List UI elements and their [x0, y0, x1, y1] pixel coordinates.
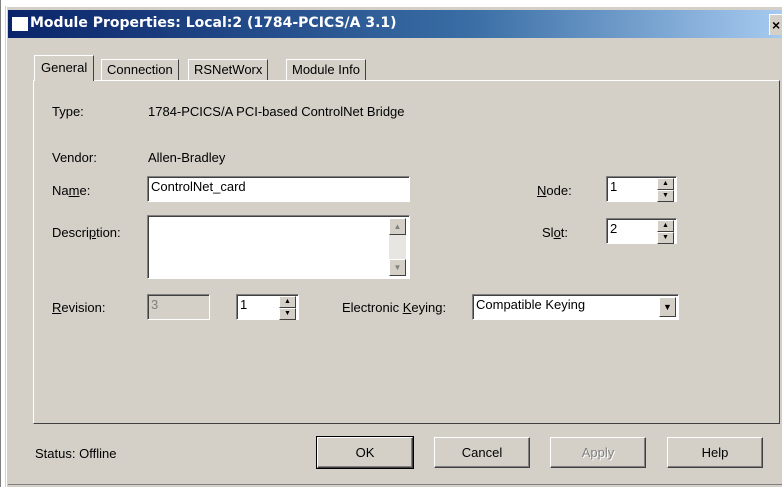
spin-up-icon[interactable]: ▲ [657, 220, 674, 232]
cancel-button[interactable]: Cancel [434, 437, 530, 468]
keying-select[interactable]: Compatible Keying [472, 294, 679, 320]
revision-minor-value: 1 [240, 297, 248, 312]
slot-spinner[interactable]: ▲ ▼ [657, 220, 674, 244]
close-icon: × [772, 17, 781, 33]
chevron-down-icon[interactable]: ▼ [659, 297, 676, 317]
name-label-text-end: e: [79, 183, 91, 198]
description-scrollbar[interactable]: ▲ ▼ [389, 218, 406, 276]
description-label: Description: [52, 225, 121, 240]
spin-up-icon[interactable]: ▲ [279, 296, 296, 308]
apply-label: Apply [581, 445, 615, 460]
tab-label: Connection [107, 62, 173, 77]
spin-down-icon[interactable]: ▼ [657, 190, 674, 202]
window-title: Module Properties: Local:2 (1784-PCICS/A… [30, 15, 397, 31]
tab-label: RSNetWorx [194, 62, 263, 77]
node-spinner[interactable]: ▲ ▼ [657, 178, 674, 202]
slot-label-text: Sl [542, 225, 554, 240]
revision-label-text: evision: [61, 300, 106, 315]
name-label-accel: m [68, 183, 80, 198]
description-label-text: Descri [52, 225, 89, 240]
scroll-down-icon[interactable]: ▼ [389, 259, 406, 276]
revision-label: Revision: [52, 300, 105, 315]
slot-label-accel: o [553, 225, 561, 240]
apply-button[interactable]: Apply [550, 437, 646, 468]
close-button[interactable]: × [769, 14, 782, 35]
status-label: Status: [35, 446, 76, 461]
tab-general[interactable]: General [34, 55, 95, 81]
cancel-label: Cancel [461, 445, 503, 460]
revision-major-value: 3 [151, 297, 159, 312]
description-label-text-end: tion: [96, 225, 121, 240]
spin-down-icon[interactable]: ▼ [657, 232, 674, 244]
name-label-text: Na [52, 183, 69, 198]
name-input[interactable]: ControlNet_card [147, 176, 410, 202]
description-textarea[interactable] [147, 215, 410, 279]
status-line: Status: Offline [35, 446, 116, 461]
keying-value: Compatible Keying [476, 297, 586, 312]
node-label-text: ode: [546, 183, 572, 198]
keying-label-text-end: eying: [411, 300, 447, 315]
type-value: 1784-PCICS/A PCI-based ControlNet Bridge [148, 104, 405, 119]
title-bar[interactable]: Module Properties: Local:2 (1784-PCICS/A… [8, 10, 782, 38]
vendor-value: Allen-Bradley [148, 150, 226, 165]
help-button[interactable]: Help [667, 437, 763, 468]
vendor-label: Vendor: [52, 150, 97, 165]
description-label-accel: p [88, 225, 97, 240]
ok-button[interactable]: OK [316, 436, 414, 469]
ok-label: OK [355, 445, 375, 460]
type-label: Type: [52, 104, 84, 119]
tab-label: General [41, 60, 88, 75]
keying-label-text: Electronic [342, 300, 403, 315]
revision-label-accel: R [52, 300, 62, 315]
scroll-up-icon[interactable]: ▲ [389, 218, 406, 235]
name-input-value: ControlNet_card [151, 179, 246, 194]
status-value: Offline [79, 446, 117, 461]
tab-label: Module Info [292, 62, 360, 77]
keying-label: Electronic Keying: [342, 300, 446, 315]
tab-module-info[interactable]: Module Info [286, 59, 366, 80]
revision-minor-spinner[interactable]: ▲ ▼ [279, 296, 296, 320]
slot-label-text-end: t: [560, 225, 569, 240]
help-label: Help [701, 445, 729, 460]
node-label: Node: [537, 183, 572, 198]
window-bottom-border [8, 484, 782, 485]
tab-connection[interactable]: Connection [101, 59, 179, 80]
spin-up-icon[interactable]: ▲ [657, 178, 674, 190]
tab-rsnetworx[interactable]: RSNetWorx [188, 59, 269, 80]
node-label-accel: N [537, 183, 547, 198]
window-icon [12, 17, 28, 31]
node-value: 1 [610, 179, 618, 194]
spin-down-icon[interactable]: ▼ [279, 308, 296, 320]
revision-major-field: 3 [147, 294, 210, 320]
slot-value: 2 [610, 221, 618, 236]
slot-label: Slot: [542, 225, 568, 240]
name-label: Name: [52, 183, 90, 198]
